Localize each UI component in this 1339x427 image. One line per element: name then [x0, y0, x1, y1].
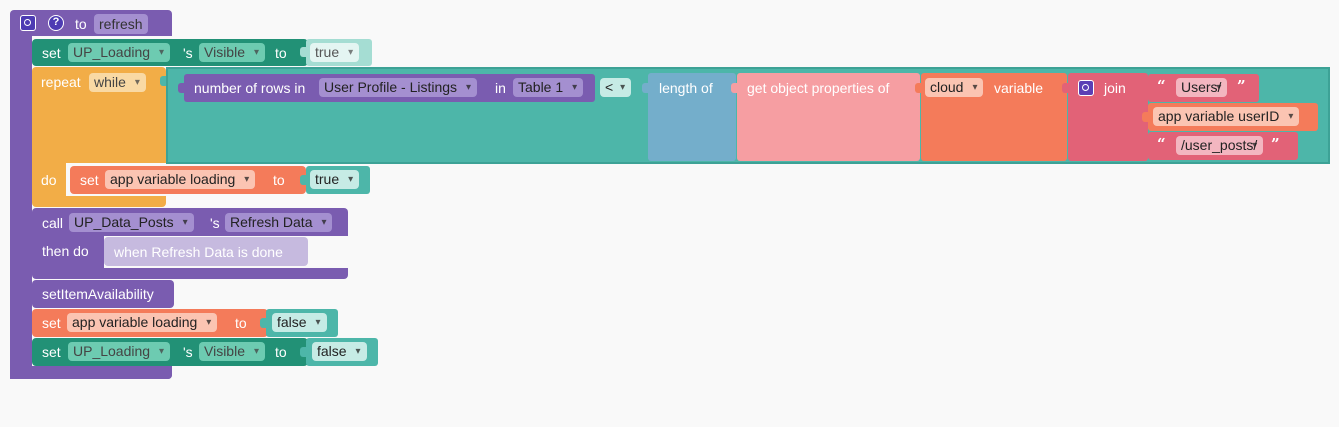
rows-label: number of rows in — [194, 80, 306, 96]
while-dropdown[interactable]: while — [89, 73, 146, 92]
boolean-dropdown[interactable]: true — [310, 170, 360, 189]
text-field-user-posts[interactable]: /user_posts/ — [1176, 136, 1264, 155]
procedure-name-field[interactable]: refresh — [94, 14, 148, 34]
socket-notch — [1062, 83, 1068, 93]
socket-notch — [260, 318, 266, 328]
socket-notch — [642, 83, 648, 93]
component-dropdown[interactable]: UP_Data_Posts — [69, 213, 194, 232]
length-of-label: length of — [659, 80, 713, 96]
to-label: to — [275, 45, 287, 61]
open-quote: “ — [1157, 135, 1166, 153]
loading-variable-dropdown[interactable]: app variable loading — [67, 313, 218, 332]
userid-dropdown[interactable]: app variable userID — [1153, 107, 1300, 126]
socket-notch — [300, 347, 306, 357]
component-dropdown[interactable]: UP_Loading — [68, 342, 171, 361]
socket-notch — [160, 76, 166, 86]
procedure-bottom-bar — [10, 366, 172, 379]
set-label: set — [80, 172, 99, 188]
help-icon[interactable]: ? — [48, 15, 64, 31]
procedure-keyword: to — [75, 16, 87, 32]
join-label: join — [1104, 80, 1126, 96]
set-item-availability-label: setItemAvailability — [42, 286, 154, 302]
source-dropdown[interactable]: User Profile - Listings — [319, 78, 478, 97]
gear-icon[interactable] — [1078, 80, 1094, 96]
to-label: to — [273, 172, 285, 188]
close-quote: ” — [1237, 77, 1246, 95]
set-label: set — [42, 344, 61, 360]
open-quote: “ — [1157, 77, 1166, 95]
close-quote: ” — [1271, 135, 1280, 153]
do-label: do — [41, 172, 57, 188]
variable-label: variable — [994, 80, 1044, 96]
loading-variable-dropdown[interactable]: app variable loading — [105, 170, 256, 189]
boolean-dropdown[interactable]: true — [310, 43, 360, 62]
possessive-label: 's — [210, 215, 220, 231]
possessive-label: 's — [183, 45, 193, 61]
repeat-label: repeat — [41, 74, 81, 90]
callback-label: when Refresh Data is done — [114, 244, 283, 260]
socket-notch — [1142, 112, 1148, 122]
table-dropdown[interactable]: Table 1 — [513, 78, 584, 97]
socket-notch — [731, 83, 737, 93]
to-label: to — [275, 344, 287, 360]
gear-icon[interactable] — [20, 15, 36, 31]
possessive-label: 's — [183, 344, 193, 360]
cloud-dropdown[interactable]: cloud — [925, 78, 984, 97]
text-field-users[interactable]: Users/ — [1176, 78, 1228, 97]
get-properties-label: get object properties of — [747, 80, 890, 96]
method-dropdown[interactable]: Refresh Data — [225, 213, 333, 232]
socket-notch — [300, 175, 306, 185]
then-do-label: then do — [42, 243, 89, 259]
set-label: set — [42, 315, 61, 331]
boolean-dropdown[interactable]: false — [272, 313, 327, 332]
property-dropdown[interactable]: Visible — [199, 43, 265, 62]
to-label: to — [235, 315, 247, 331]
boolean-dropdown[interactable]: false — [312, 342, 367, 361]
property-dropdown[interactable]: Visible — [199, 342, 265, 361]
socket-notch — [300, 47, 306, 57]
set-label: set — [42, 45, 61, 61]
socket-notch — [915, 83, 921, 93]
operator-dropdown[interactable]: < — [600, 78, 632, 97]
socket-notch — [178, 83, 184, 93]
in-label: in — [495, 80, 506, 96]
call-label: call — [42, 215, 64, 231]
component-dropdown[interactable]: UP_Loading — [68, 43, 171, 62]
